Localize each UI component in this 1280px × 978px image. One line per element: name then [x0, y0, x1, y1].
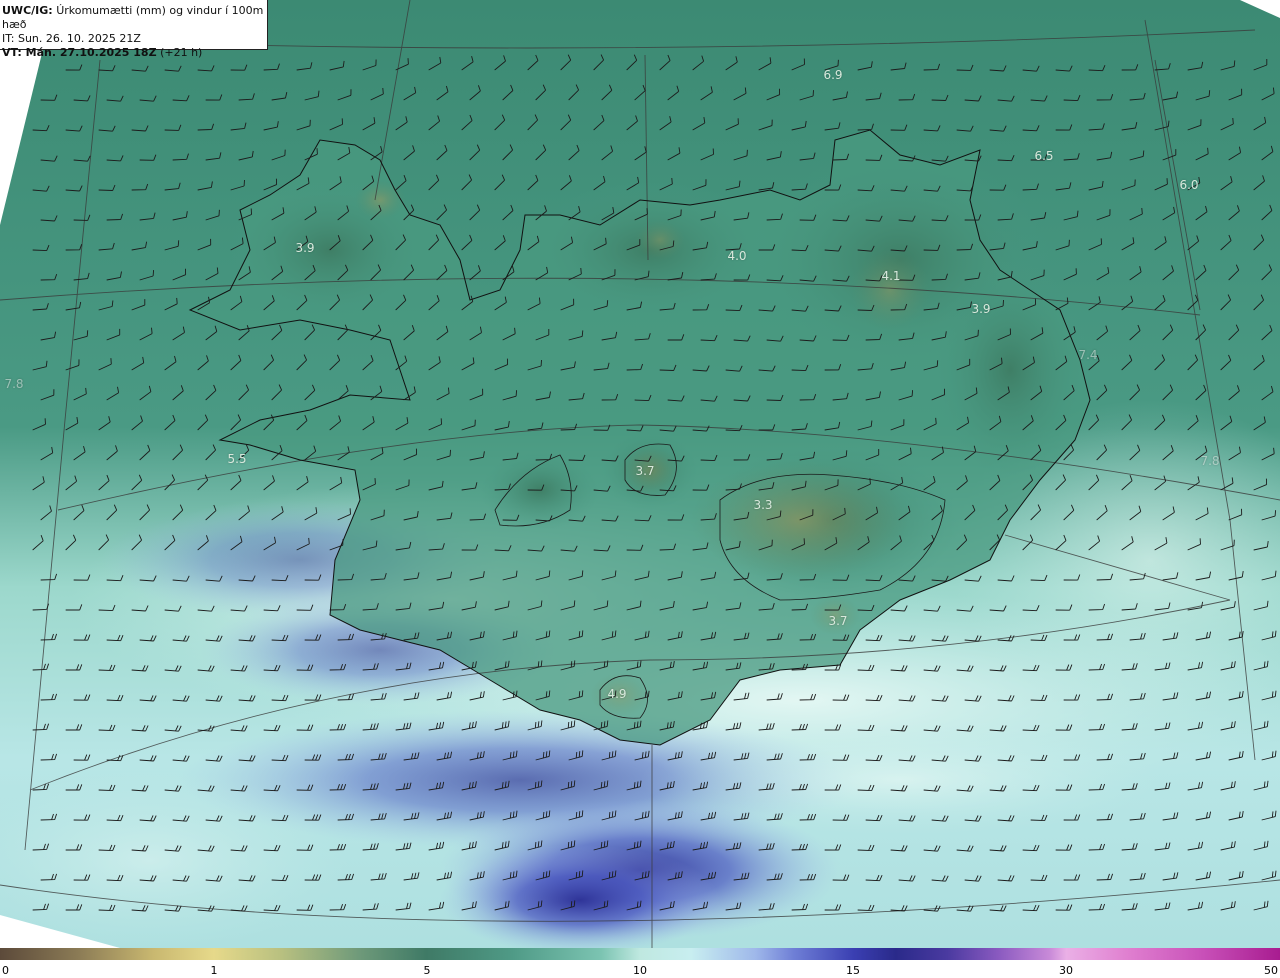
colorbar-tick: 1 [210, 964, 218, 977]
colorbar-tick: 50 [1264, 964, 1278, 977]
map-value-label: 4.0 [727, 249, 747, 263]
colorbar-tick: 15 [846, 964, 860, 977]
map-value-label: 6.0 [1179, 178, 1199, 192]
colorbar-tick: 0 [2, 964, 9, 977]
valid-time-line: VT: Mán. 27.10.2025 18Z (+21 h) [2, 46, 267, 60]
map-value-label: 3.3 [753, 498, 773, 512]
map-value-label: 4.9 [607, 687, 627, 701]
map-value-label: 7.8 [1200, 454, 1220, 468]
colorbar-strip [0, 948, 1280, 960]
map-value-label: 7.4 [1078, 348, 1098, 362]
colorbar-tick: 5 [423, 964, 431, 977]
map-value-label: 3.9 [295, 241, 315, 255]
initial-time: IT: Sun. 26. 10. 2025 21Z [2, 32, 141, 45]
colorbar-tick: 10 [633, 964, 647, 977]
map-value-label: 3.7 [635, 464, 655, 478]
valid-time: VT: Mán. 27.10.2025 18Z [2, 46, 157, 59]
map-info-box: UWC/IG: Úrkomumætti (mm) og vindur í 100… [0, 0, 268, 59]
precipitation-colorbar: 0 1 5 10 15 30 50 [0, 948, 1280, 978]
map-value-label: 4.1 [881, 269, 901, 283]
map-value-label: 3.7 [828, 614, 848, 628]
precipitation-map: 6.9 6.5 6.0 3.9 4.0 4.1 3.9 7.4 7.8 5.5 … [0, 0, 1280, 948]
map-value-label: 6.5 [1034, 149, 1054, 163]
map-value-label: 7.8 [4, 377, 24, 391]
map-value-label: 3.9 [971, 302, 991, 316]
product-code: UWC/IG: [2, 4, 53, 17]
map-value-label: 5.5 [227, 452, 247, 466]
map-value-label: 6.9 [823, 68, 843, 82]
colorbar-tick: 30 [1059, 964, 1073, 977]
valid-offset: (+21 h) [160, 46, 203, 59]
product-line: UWC/IG: Úrkomumætti (mm) og vindur í 100… [2, 4, 267, 32]
